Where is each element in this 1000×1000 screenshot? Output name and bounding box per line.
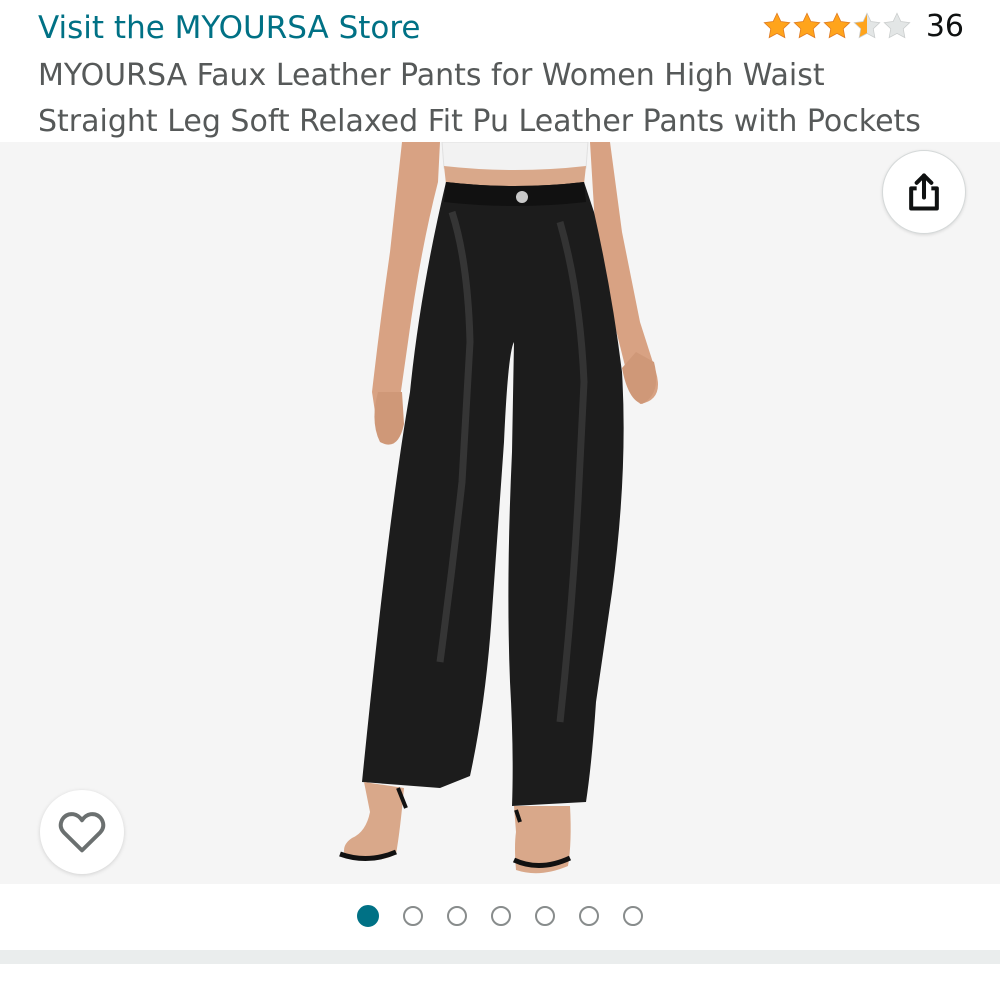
- pagination-dot-4[interactable]: [491, 906, 511, 926]
- rating-count[interactable]: 36: [926, 9, 964, 44]
- product-page: Visit the MYOURSA Store 36 MYOURSA Faux …: [0, 0, 1000, 1000]
- section-divider: [0, 950, 1000, 964]
- share-button[interactable]: [882, 150, 966, 234]
- share-icon: [909, 173, 939, 211]
- image-pagination: [0, 896, 1000, 936]
- pagination-dot-5[interactable]: [535, 906, 555, 926]
- pagination-dot-6[interactable]: [579, 906, 599, 926]
- star-full-icon: [763, 12, 791, 39]
- pagination-dot-3[interactable]: [447, 906, 467, 926]
- product-image-gallery[interactable]: [0, 142, 1000, 884]
- pagination-dot-7[interactable]: [623, 906, 643, 926]
- rating-summary[interactable]: 36: [762, 6, 964, 46]
- pagination-dot-1[interactable]: [357, 905, 379, 927]
- pagination-dot-2[interactable]: [403, 906, 423, 926]
- visit-store-link[interactable]: Visit the MYOURSA Store: [38, 8, 421, 48]
- product-title: MYOURSA Faux Leather Pants for Women Hig…: [38, 53, 968, 145]
- wishlist-button[interactable]: [40, 790, 124, 874]
- star-half-icon: [853, 12, 881, 39]
- star-full-icon: [823, 12, 851, 39]
- product-photo[interactable]: [0, 142, 1000, 884]
- product-title-line-1: MYOURSA Faux Leather Pants for Women Hig…: [38, 58, 825, 93]
- star-empty-icon: [883, 12, 911, 39]
- product-title-line-2: Straight Leg Soft Relaxed Fit Pu Leather…: [38, 104, 921, 139]
- star-rating: [762, 11, 912, 41]
- star-full-icon: [793, 12, 821, 39]
- heart-icon: [58, 812, 106, 853]
